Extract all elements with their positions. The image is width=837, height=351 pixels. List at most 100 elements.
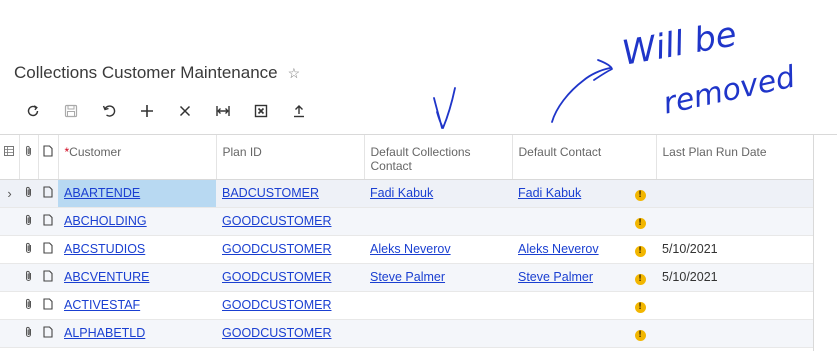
warning-cell[interactable]: ! [624,263,656,292]
plan-id-link[interactable]: GOODCUSTOMER [222,298,332,312]
customer-column-header[interactable]: *Customer [58,135,217,180]
notes-header[interactable] [38,135,59,180]
warning-icon[interactable]: ! [634,273,646,285]
row-selector-cell[interactable] [0,319,19,348]
refresh-button[interactable] [14,96,52,126]
collections-contact-cell[interactable] [364,207,512,236]
customer-link[interactable]: ABCVENTURE [64,270,149,284]
collections-contact-cell[interactable] [364,319,512,348]
default-contact-cell[interactable] [512,319,624,348]
row-attachment-cell[interactable] [19,291,38,320]
warning-icon[interactable]: ! [634,301,646,313]
warning-cell[interactable]: ! [624,179,656,208]
upload-button[interactable] [280,96,318,126]
warning-icon[interactable]: ! [634,245,646,257]
plan-id-cell[interactable]: GOODCUSTOMER [216,291,364,320]
default-contact-column-header[interactable]: Default Contact [512,135,624,180]
customer-cell[interactable]: ABCSTUDIOS [58,235,216,264]
table-row[interactable]: ALPHABETLD GOODCUSTOMER! [0,319,813,348]
save-button[interactable] [52,96,90,126]
customer-cell[interactable]: ABCVENTURE [58,263,216,292]
collections-contact-link[interactable]: Fadi Kabuk [370,186,433,200]
collections-contact-link[interactable]: Aleks Neverov [370,242,451,256]
table-row[interactable]: ABCHOLDING GOODCUSTOMER! [0,207,813,236]
row-selector-cell[interactable] [0,263,19,292]
row-note-cell[interactable] [38,319,58,348]
plan-id-cell[interactable]: GOODCUSTOMER [216,319,364,348]
row-note-cell[interactable] [38,263,58,292]
row-attachment-cell[interactable] [19,235,38,264]
plan-id-link[interactable]: GOODCUSTOMER [222,214,332,228]
row-note-cell[interactable] [38,179,58,208]
customer-link[interactable]: ABCHOLDING [64,214,147,228]
default-contact-cell[interactable]: Aleks Neverov [512,235,624,264]
default-contact-cell[interactable]: Steve Palmer [512,263,624,292]
default-contact-cell[interactable] [512,207,624,236]
star-outline-icon[interactable]: ☆ [288,65,301,82]
customer-link[interactable]: ALPHABETLD [64,326,145,340]
plan-id-cell[interactable]: GOODCUSTOMER [216,235,364,264]
default-contact-link[interactable]: Fadi Kabuk [518,186,581,200]
last-run-date-cell[interactable] [656,207,813,236]
last-run-date-cell[interactable] [656,179,813,208]
plan-id-link[interactable]: GOODCUSTOMER [222,326,332,340]
customer-cell[interactable]: ALPHABETLD [58,319,216,348]
add-button[interactable] [128,96,166,126]
plan-id-link[interactable]: GOODCUSTOMER [222,242,332,256]
collections-contact-cell[interactable]: Fadi Kabuk [364,179,512,208]
plan-id-link[interactable]: GOODCUSTOMER [222,270,332,284]
default-contact-link[interactable]: Aleks Neverov [518,242,599,256]
table-row[interactable]: ACTIVESTAF GOODCUSTOMER! [0,291,813,320]
collections-contact-cell[interactable] [364,291,512,320]
row-note-cell[interactable] [38,291,58,320]
plan-id-cell[interactable]: GOODCUSTOMER [216,263,364,292]
last-plan-run-date-column-header[interactable]: Last Plan Run Date [656,135,813,180]
default-contact-cell[interactable]: Fadi Kabuk [512,179,624,208]
plan-id-column-header[interactable]: Plan ID [216,135,365,180]
row-selector-cell[interactable] [0,207,19,236]
last-run-date-cell[interactable] [656,319,813,348]
export-excel-button[interactable] [242,96,280,126]
customer-link[interactable]: ACTIVESTAF [64,298,140,312]
undo-button[interactable] [90,96,128,126]
plan-id-link[interactable]: BADCUSTOMER [222,186,319,200]
collections-contact-cell[interactable]: Steve Palmer [364,263,512,292]
customer-link[interactable]: ABARTENDE [64,186,140,200]
table-row[interactable]: › ABARTENDE BADCUSTOMER Fadi Kabuk Fadi Kabu… [0,179,813,208]
default-collections-contact-column-header[interactable]: Default Collections Contact [364,135,513,180]
row-selector-cell[interactable]: › [0,179,19,208]
default-contact-cell[interactable] [512,291,624,320]
plan-id-cell[interactable]: BADCUSTOMER [216,179,364,208]
warning-cell[interactable]: ! [624,235,656,264]
last-run-date-cell[interactable]: 5/10/2021 [656,263,813,292]
warning-icon[interactable]: ! [634,217,646,229]
delete-button[interactable] [166,96,204,126]
warning-cell[interactable]: ! [624,291,656,320]
warning-cell[interactable]: ! [624,207,656,236]
row-selector-cell[interactable] [0,291,19,320]
plan-id-cell[interactable]: GOODCUSTOMER [216,207,364,236]
row-note-cell[interactable] [38,235,58,264]
last-run-date-cell[interactable] [656,291,813,320]
collections-contact-cell[interactable]: Aleks Neverov [364,235,512,264]
warning-cell[interactable]: ! [624,319,656,348]
fit-columns-button[interactable] [204,96,242,126]
row-attachment-cell[interactable] [19,179,38,208]
row-note-cell[interactable] [38,207,58,236]
table-row[interactable]: ABCSTUDIOS GOODCUSTOMER Aleks Neverov Aleks… [0,235,813,264]
default-contact-link[interactable]: Steve Palmer [518,270,593,284]
row-attachment-cell[interactable] [19,263,38,292]
column-settings-header[interactable] [0,135,20,180]
row-attachment-cell[interactable] [19,207,38,236]
table-row[interactable]: ABCVENTURE GOODCUSTOMER Steve Palmer Steve … [0,263,813,292]
last-run-date-cell[interactable]: 5/10/2021 [656,235,813,264]
customer-cell[interactable]: ABCHOLDING [58,207,216,236]
attachments-header[interactable] [19,135,39,180]
warning-icon[interactable]: ! [634,189,646,201]
warning-icon[interactable]: ! [634,329,646,341]
row-attachment-cell[interactable] [19,319,38,348]
customer-cell[interactable]: ABARTENDE [58,179,216,208]
customer-cell[interactable]: ACTIVESTAF [58,291,216,320]
customer-link[interactable]: ABCSTUDIOS [64,242,145,256]
collections-contact-link[interactable]: Steve Palmer [370,270,445,284]
